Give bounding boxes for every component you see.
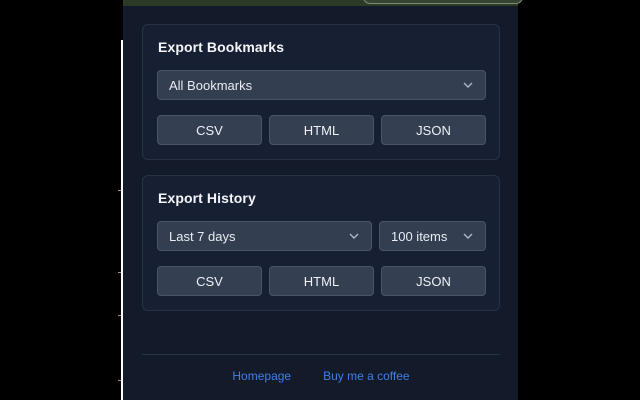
extension-popup: Export Bookmarks All Bookmarks CSV HTML … bbox=[123, 6, 518, 400]
export-bookmarks-title: Export Bookmarks bbox=[158, 39, 285, 55]
margin-mark bbox=[118, 190, 121, 191]
screen: Export Bookmarks All Bookmarks CSV HTML … bbox=[0, 0, 640, 400]
margin-mark bbox=[118, 272, 121, 273]
bookmark-scope-select[interactable]: All Bookmarks bbox=[157, 70, 486, 100]
buy-me-a-coffee-link[interactable]: Buy me a coffee bbox=[323, 369, 410, 387]
bookmark-format-buttons: CSV HTML JSON bbox=[157, 115, 486, 145]
bookmark-scope-value: All Bookmarks bbox=[169, 77, 253, 93]
history-count-value: 100 items bbox=[391, 228, 448, 244]
export-bookmarks-csv-button[interactable]: CSV bbox=[157, 115, 262, 145]
export-bookmarks-html-button[interactable]: HTML bbox=[269, 115, 374, 145]
chevron-down-icon bbox=[349, 233, 359, 239]
export-history-card: Export History Last 7 days 100 items CSV… bbox=[142, 175, 500, 311]
export-history-json-button[interactable]: JSON bbox=[381, 266, 486, 296]
footer-divider bbox=[142, 354, 500, 355]
export-bookmarks-json-button[interactable]: JSON bbox=[381, 115, 486, 145]
margin-mark bbox=[118, 315, 121, 316]
history-range-value: Last 7 days bbox=[169, 228, 236, 244]
footer-links: Homepage Buy me a coffee bbox=[142, 369, 500, 387]
chevron-down-icon bbox=[463, 82, 473, 88]
export-history-html-button[interactable]: HTML bbox=[269, 266, 374, 296]
chevron-down-icon bbox=[463, 233, 473, 239]
export-history-csv-button[interactable]: CSV bbox=[157, 266, 262, 296]
page-edge-top bbox=[116, 0, 123, 40]
homepage-link[interactable]: Homepage bbox=[232, 369, 291, 387]
history-format-buttons: CSV HTML JSON bbox=[157, 266, 486, 296]
export-history-title: Export History bbox=[158, 190, 256, 206]
margin-mark bbox=[118, 380, 121, 381]
browser-pill bbox=[363, 0, 523, 4]
history-range-select[interactable]: Last 7 days bbox=[157, 221, 372, 251]
export-bookmarks-card: Export Bookmarks All Bookmarks CSV HTML … bbox=[142, 24, 500, 160]
history-count-select[interactable]: 100 items bbox=[379, 221, 486, 251]
